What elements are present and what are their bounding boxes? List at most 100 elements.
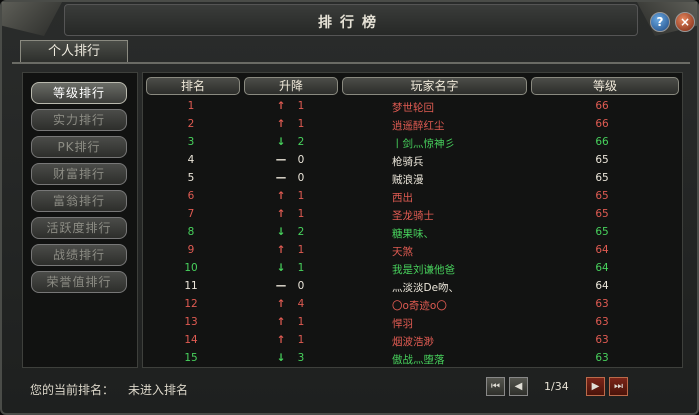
table-row[interactable]: 11 — 0 灬淡淡De吻、 64 xyxy=(143,277,682,295)
ranking-window: 排行榜 ? × 个人排行 等级排行 实力排行 PK排行 财富排行 富翁排行 活跃… xyxy=(0,0,699,415)
rank-down-icon: ↓ xyxy=(276,226,286,238)
rank-change-cell: 1 xyxy=(297,244,305,256)
current-rank-value: 未进入排名 xyxy=(128,383,189,397)
rank-change-cell: 2 xyxy=(297,136,305,148)
next-page-icon: ▶ xyxy=(591,381,600,392)
player-name-cell: 悍羽 xyxy=(392,318,413,330)
rank-change-cell: 1 xyxy=(297,334,305,346)
rank-cell: 2 xyxy=(187,118,195,130)
table-row[interactable]: 6 ↑ 1 西出 65 xyxy=(143,187,682,205)
window-title: 排行榜 xyxy=(318,15,384,31)
table-row[interactable]: 4 — 0 枪骑兵 65 xyxy=(143,151,682,169)
level-cell: 66 xyxy=(595,136,609,148)
rank-unchanged-icon: — xyxy=(275,154,287,166)
rank-cell: 8 xyxy=(187,226,195,238)
table-row[interactable]: 8 ↓ 2 糖果味、 65 xyxy=(143,223,682,241)
table-header: 排名 升降 玩家名字 等级 xyxy=(143,77,682,95)
tab-personal-ranking[interactable]: 个人排行 xyxy=(20,40,128,62)
level-cell: 63 xyxy=(595,334,609,346)
level-cell: 63 xyxy=(595,352,609,364)
table-row[interactable]: 13 ↑ 1 悍羽 63 xyxy=(143,313,682,331)
column-header-rank[interactable]: 排名 xyxy=(146,77,240,95)
table-row[interactable]: 10 ↓ 1 我是刘谦他爸 64 xyxy=(143,259,682,277)
player-name-cell: 梦世轮回 xyxy=(392,102,434,114)
table-row[interactable]: 12 ↑ 4 〇o奇迹o〇 63 xyxy=(143,295,682,313)
first-page-button[interactable]: ⏮ xyxy=(486,377,505,396)
rank-down-icon: ↓ xyxy=(276,352,286,364)
player-name-cell: 西出 xyxy=(392,192,413,204)
rank-up-icon: ↑ xyxy=(276,298,286,310)
rank-down-icon: ↓ xyxy=(276,262,286,274)
left-ornament-icon xyxy=(2,2,62,36)
page-indicator: 1/34 xyxy=(544,380,569,393)
table-row[interactable]: 9 ↑ 1 天煞 64 xyxy=(143,241,682,259)
level-cell: 65 xyxy=(595,190,609,202)
player-name-cell: 灬淡淡De吻、 xyxy=(392,282,460,294)
level-cell: 66 xyxy=(595,100,609,112)
player-name-cell: 天煞 xyxy=(392,246,413,258)
player-name-cell: 烟波浩渺 xyxy=(392,336,434,348)
rank-change-cell: 1 xyxy=(297,100,305,112)
player-name-cell: 我是刘谦他爸 xyxy=(392,264,455,276)
rank-cell: 15 xyxy=(184,352,198,364)
rank-cell: 7 xyxy=(187,208,195,220)
sidebar-item-tycoon[interactable]: 富翁排行 xyxy=(31,190,127,212)
table-row[interactable]: 1 ↑ 1 梦世轮回 66 xyxy=(143,97,682,115)
sidebar-item-level[interactable]: 等级排行 xyxy=(31,82,127,104)
column-header-level[interactable]: 等级 xyxy=(531,77,679,95)
rank-up-icon: ↑ xyxy=(276,118,286,130)
first-page-icon: ⏮ xyxy=(491,381,500,392)
rank-change-cell: 0 xyxy=(297,172,305,184)
prev-page-icon: ◀ xyxy=(514,381,523,392)
rank-cell: 13 xyxy=(184,316,198,328)
player-name-cell: 圣龙骑士 xyxy=(392,210,434,222)
prev-page-button[interactable]: ◀ xyxy=(509,377,528,396)
help-button[interactable]: ? xyxy=(650,12,670,32)
sidebar-item-battle-record[interactable]: 战绩排行 xyxy=(31,244,127,266)
rank-down-icon: ↓ xyxy=(276,136,286,148)
level-cell: 64 xyxy=(595,244,609,256)
level-cell: 65 xyxy=(595,172,609,184)
rank-cell: 12 xyxy=(184,298,198,310)
sidebar-item-wealth[interactable]: 财富排行 xyxy=(31,163,127,185)
rank-cell: 9 xyxy=(187,244,195,256)
column-header-change[interactable]: 升降 xyxy=(244,77,338,95)
player-name-cell: 贼浪漫 xyxy=(392,174,424,186)
rank-cell: 3 xyxy=(187,136,195,148)
table-row[interactable]: 14 ↑ 1 烟波浩渺 63 xyxy=(143,331,682,349)
sidebar-item-pk[interactable]: PK排行 xyxy=(31,136,127,158)
rank-change-cell: 3 xyxy=(297,352,305,364)
player-name-cell: 丨剑灬惊神彡 xyxy=(392,138,455,150)
level-cell: 64 xyxy=(595,280,609,292)
table-row[interactable]: 15 ↓ 3 傲战灬堕落 63 xyxy=(143,349,682,367)
rank-unchanged-icon: — xyxy=(275,172,287,184)
sidebar-item-honor[interactable]: 荣誉值排行 xyxy=(31,271,127,293)
table-row[interactable]: 7 ↑ 1 圣龙骑士 65 xyxy=(143,205,682,223)
player-name-cell: 〇o奇迹o〇 xyxy=(392,300,447,312)
rank-change-cell: 1 xyxy=(297,316,305,328)
rank-cell: 4 xyxy=(187,154,195,166)
rank-change-cell: 0 xyxy=(297,154,305,166)
last-page-button[interactable]: ⏭ xyxy=(609,377,628,396)
close-icon: × xyxy=(679,15,691,29)
table-row[interactable]: 3 ↓ 2 丨剑灬惊神彡 66 xyxy=(143,133,682,151)
rank-change-cell: 4 xyxy=(297,298,305,310)
rank-cell: 5 xyxy=(187,172,195,184)
title-bar: 排行榜 xyxy=(64,4,638,36)
sidebar-item-power[interactable]: 实力排行 xyxy=(31,109,127,131)
next-page-button[interactable]: ▶ xyxy=(586,377,605,396)
current-rank-label: 您的当前排名： xyxy=(30,383,115,397)
rank-cell: 11 xyxy=(184,280,198,292)
rank-change-cell: 1 xyxy=(297,262,305,274)
sidebar-item-activity[interactable]: 活跃度排行 xyxy=(31,217,127,239)
level-cell: 65 xyxy=(595,208,609,220)
close-button[interactable]: × xyxy=(675,12,695,32)
level-cell: 66 xyxy=(595,118,609,130)
level-cell: 63 xyxy=(595,298,609,310)
rank-cell: 1 xyxy=(187,100,195,112)
table-row[interactable]: 2 ↑ 1 逍遥醉红尘 66 xyxy=(143,115,682,133)
rank-change-cell: 1 xyxy=(297,190,305,202)
player-name-cell: 逍遥醉红尘 xyxy=(392,120,445,132)
column-header-player-name[interactable]: 玩家名字 xyxy=(342,77,527,95)
table-row[interactable]: 5 — 0 贼浪漫 65 xyxy=(143,169,682,187)
